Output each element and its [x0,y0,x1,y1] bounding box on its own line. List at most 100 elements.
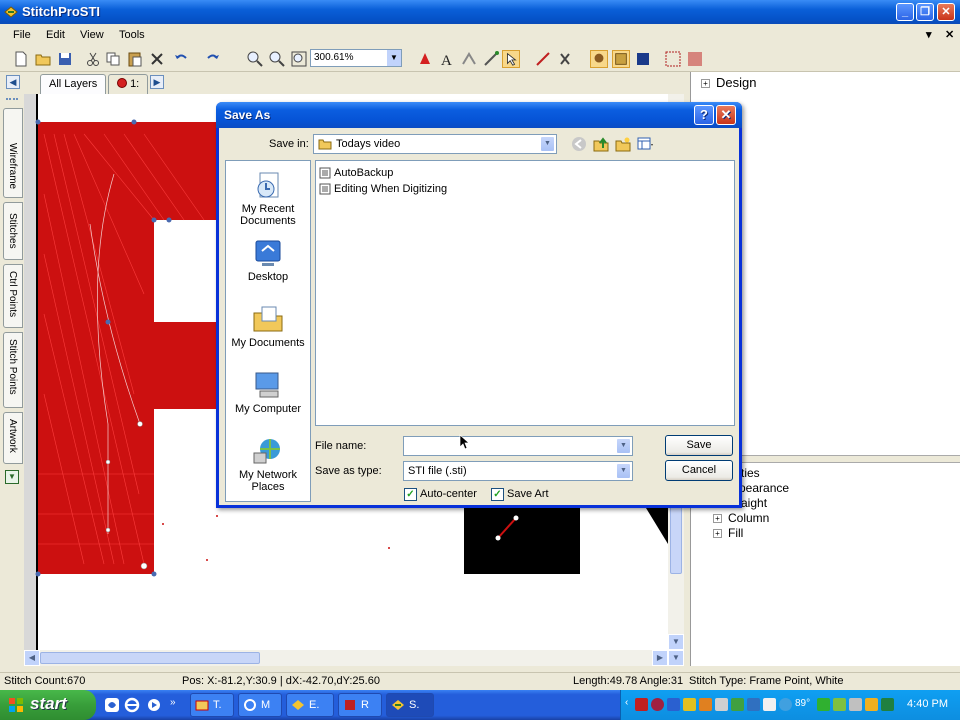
tray-printer-icon[interactable] [715,698,728,711]
tab-wireframe[interactable]: Wireframe [3,108,23,198]
tree-item-fill[interactable]: + Fill [713,526,743,540]
place-my-computer[interactable]: My Computer [226,369,310,415]
show-grid-icon[interactable] [612,50,630,68]
tray-network-icon[interactable] [667,698,680,711]
place-recent-documents[interactable]: My Recent Documents [226,169,310,227]
show-hoop-icon[interactable] [634,50,652,68]
place-my-documents[interactable]: My Documents [226,303,310,349]
next-layer-icon[interactable]: ▶ [150,75,164,89]
taskbar-task-5[interactable]: S. [386,693,434,717]
menu-view[interactable]: View [80,29,104,41]
expand-icon[interactable]: + [713,514,722,524]
horizontal-scroll-thumb[interactable] [40,652,260,664]
tray-volume-icon[interactable] [849,698,862,711]
clock[interactable]: 4:40 PM [907,698,948,710]
horizontal-scrollbar[interactable]: ◀ ▶ ▼ [24,650,684,666]
expand-icon[interactable]: + [701,79,710,89]
scroll-down-icon[interactable]: ▼ [668,634,684,650]
view-menu-icon[interactable] [637,136,653,152]
show-artwork-icon[interactable] [590,50,608,68]
taskbar-task-1[interactable]: T. [190,693,234,717]
redo-icon[interactable] [204,50,222,68]
fill-tool-icon[interactable] [416,50,434,68]
taskbar-task-2[interactable]: M [238,693,282,717]
expand-icon[interactable]: + [713,529,722,539]
tray-app-icon[interactable] [635,698,648,711]
new-folder-icon[interactable] [615,136,631,152]
tree-item-design[interactable]: + Design [701,75,756,90]
more-tabs-icon[interactable]: ▼ [5,470,19,484]
list-item[interactable]: Editing When Digitizing [318,183,447,195]
close-button[interactable]: ✕ [937,3,955,21]
file-name-field[interactable]: ▼ [403,436,633,456]
copy-icon[interactable] [104,50,122,68]
tray-weather-icon[interactable] [779,698,792,711]
tray-messenger-icon[interactable] [865,698,878,711]
save-button[interactable]: Save [665,435,733,456]
place-desktop[interactable]: Desktop [226,237,310,283]
quicklaunch-media-icon[interactable] [146,697,162,713]
dialog-close-button[interactable]: ✕ [716,105,736,125]
scroll-right-icon[interactable]: ▶ [652,650,668,666]
tray-globe-icon[interactable] [747,698,760,711]
tray-expand-icon[interactable]: ‹ [625,697,628,708]
zoom-fit-icon[interactable] [290,50,308,68]
tab-ctrl-points[interactable]: Ctrl Points [3,264,23,328]
tray-security-icon[interactable] [651,698,664,711]
undo-icon[interactable] [172,50,190,68]
internet-explorer-icon[interactable] [124,697,140,713]
text-tool-icon[interactable]: A [438,50,456,68]
chevron-down-icon[interactable]: ▼ [616,463,631,479]
minimize-button[interactable]: _ [896,3,914,21]
up-folder-icon[interactable] [593,136,609,152]
stitch-view-icon[interactable] [686,50,704,68]
list-item[interactable]: AutoBackup [318,167,393,179]
tree-item-appearance[interactable]: pearance [739,481,789,495]
save-icon[interactable] [56,50,74,68]
scissors-tool-icon[interactable] [556,50,574,68]
open-folder-icon[interactable] [34,50,52,68]
select-tool-icon[interactable] [502,50,520,68]
tab-layer-1[interactable]: 1: [108,74,149,94]
save-in-combobox[interactable]: Todays video ▼ [313,134,557,154]
tray-battery-icon[interactable] [833,698,846,711]
scroll-left-icon[interactable]: ◀ [24,650,40,666]
file-list[interactable]: AutoBackup Editing When Digitizing [315,160,735,426]
restore-button[interactable]: ❐ [916,3,934,21]
new-file-icon[interactable] [12,50,30,68]
save-art-checkbox[interactable]: ✓ Save Art [491,488,549,501]
tab-all-layers[interactable]: All Layers [40,74,107,94]
tray-update-icon[interactable] [699,698,712,711]
scroll-down-corner-icon[interactable]: ▼ [668,650,684,666]
back-icon[interactable] [571,136,587,152]
chevron-down-icon[interactable]: ▼ [540,136,555,152]
previous-layer-icon[interactable]: ◀ [6,75,20,89]
place-my-network-places[interactable]: My Network Places [226,435,310,493]
tray-connection-icon[interactable] [881,698,894,711]
taskbar-task-4[interactable]: R [338,693,382,717]
help-button[interactable]: ? [694,105,714,125]
auto-center-checkbox[interactable]: ✓ Auto-center [404,488,477,501]
zoom-out-icon[interactable] [268,50,286,68]
delete-icon[interactable] [148,50,166,68]
edit-points-icon[interactable] [482,50,500,68]
quicklaunch-app-icon[interactable] [104,697,120,713]
tray-display-icon[interactable] [763,698,776,711]
cancel-button[interactable]: Cancel [665,460,733,481]
tray-shield-icon[interactable] [683,698,696,711]
grid-view-icon[interactable] [664,50,682,68]
stitch-tool-icon[interactable] [460,50,478,68]
tab-stitch-points[interactable]: Stitch Points [3,332,23,408]
mdi-dropdown-icon[interactable]: ▾ [926,28,932,41]
tree-item-straight[interactable]: aight [741,496,767,510]
taskbar-task-3[interactable]: E. [286,693,334,717]
save-as-type-combobox[interactable]: STI file (.sti) ▼ [403,461,633,481]
draw-line-icon[interactable] [534,50,552,68]
tab-artwork[interactable]: Artwork [3,412,23,464]
tree-item-column[interactable]: + Column [713,511,769,525]
tray-monitor-icon[interactable] [731,698,744,711]
chevron-down-icon[interactable]: ▼ [616,438,631,454]
cut-icon[interactable] [84,50,102,68]
chevron-down-icon[interactable]: ▼ [387,50,401,66]
zoom-combobox[interactable]: 300.61% ▼ [310,49,402,67]
